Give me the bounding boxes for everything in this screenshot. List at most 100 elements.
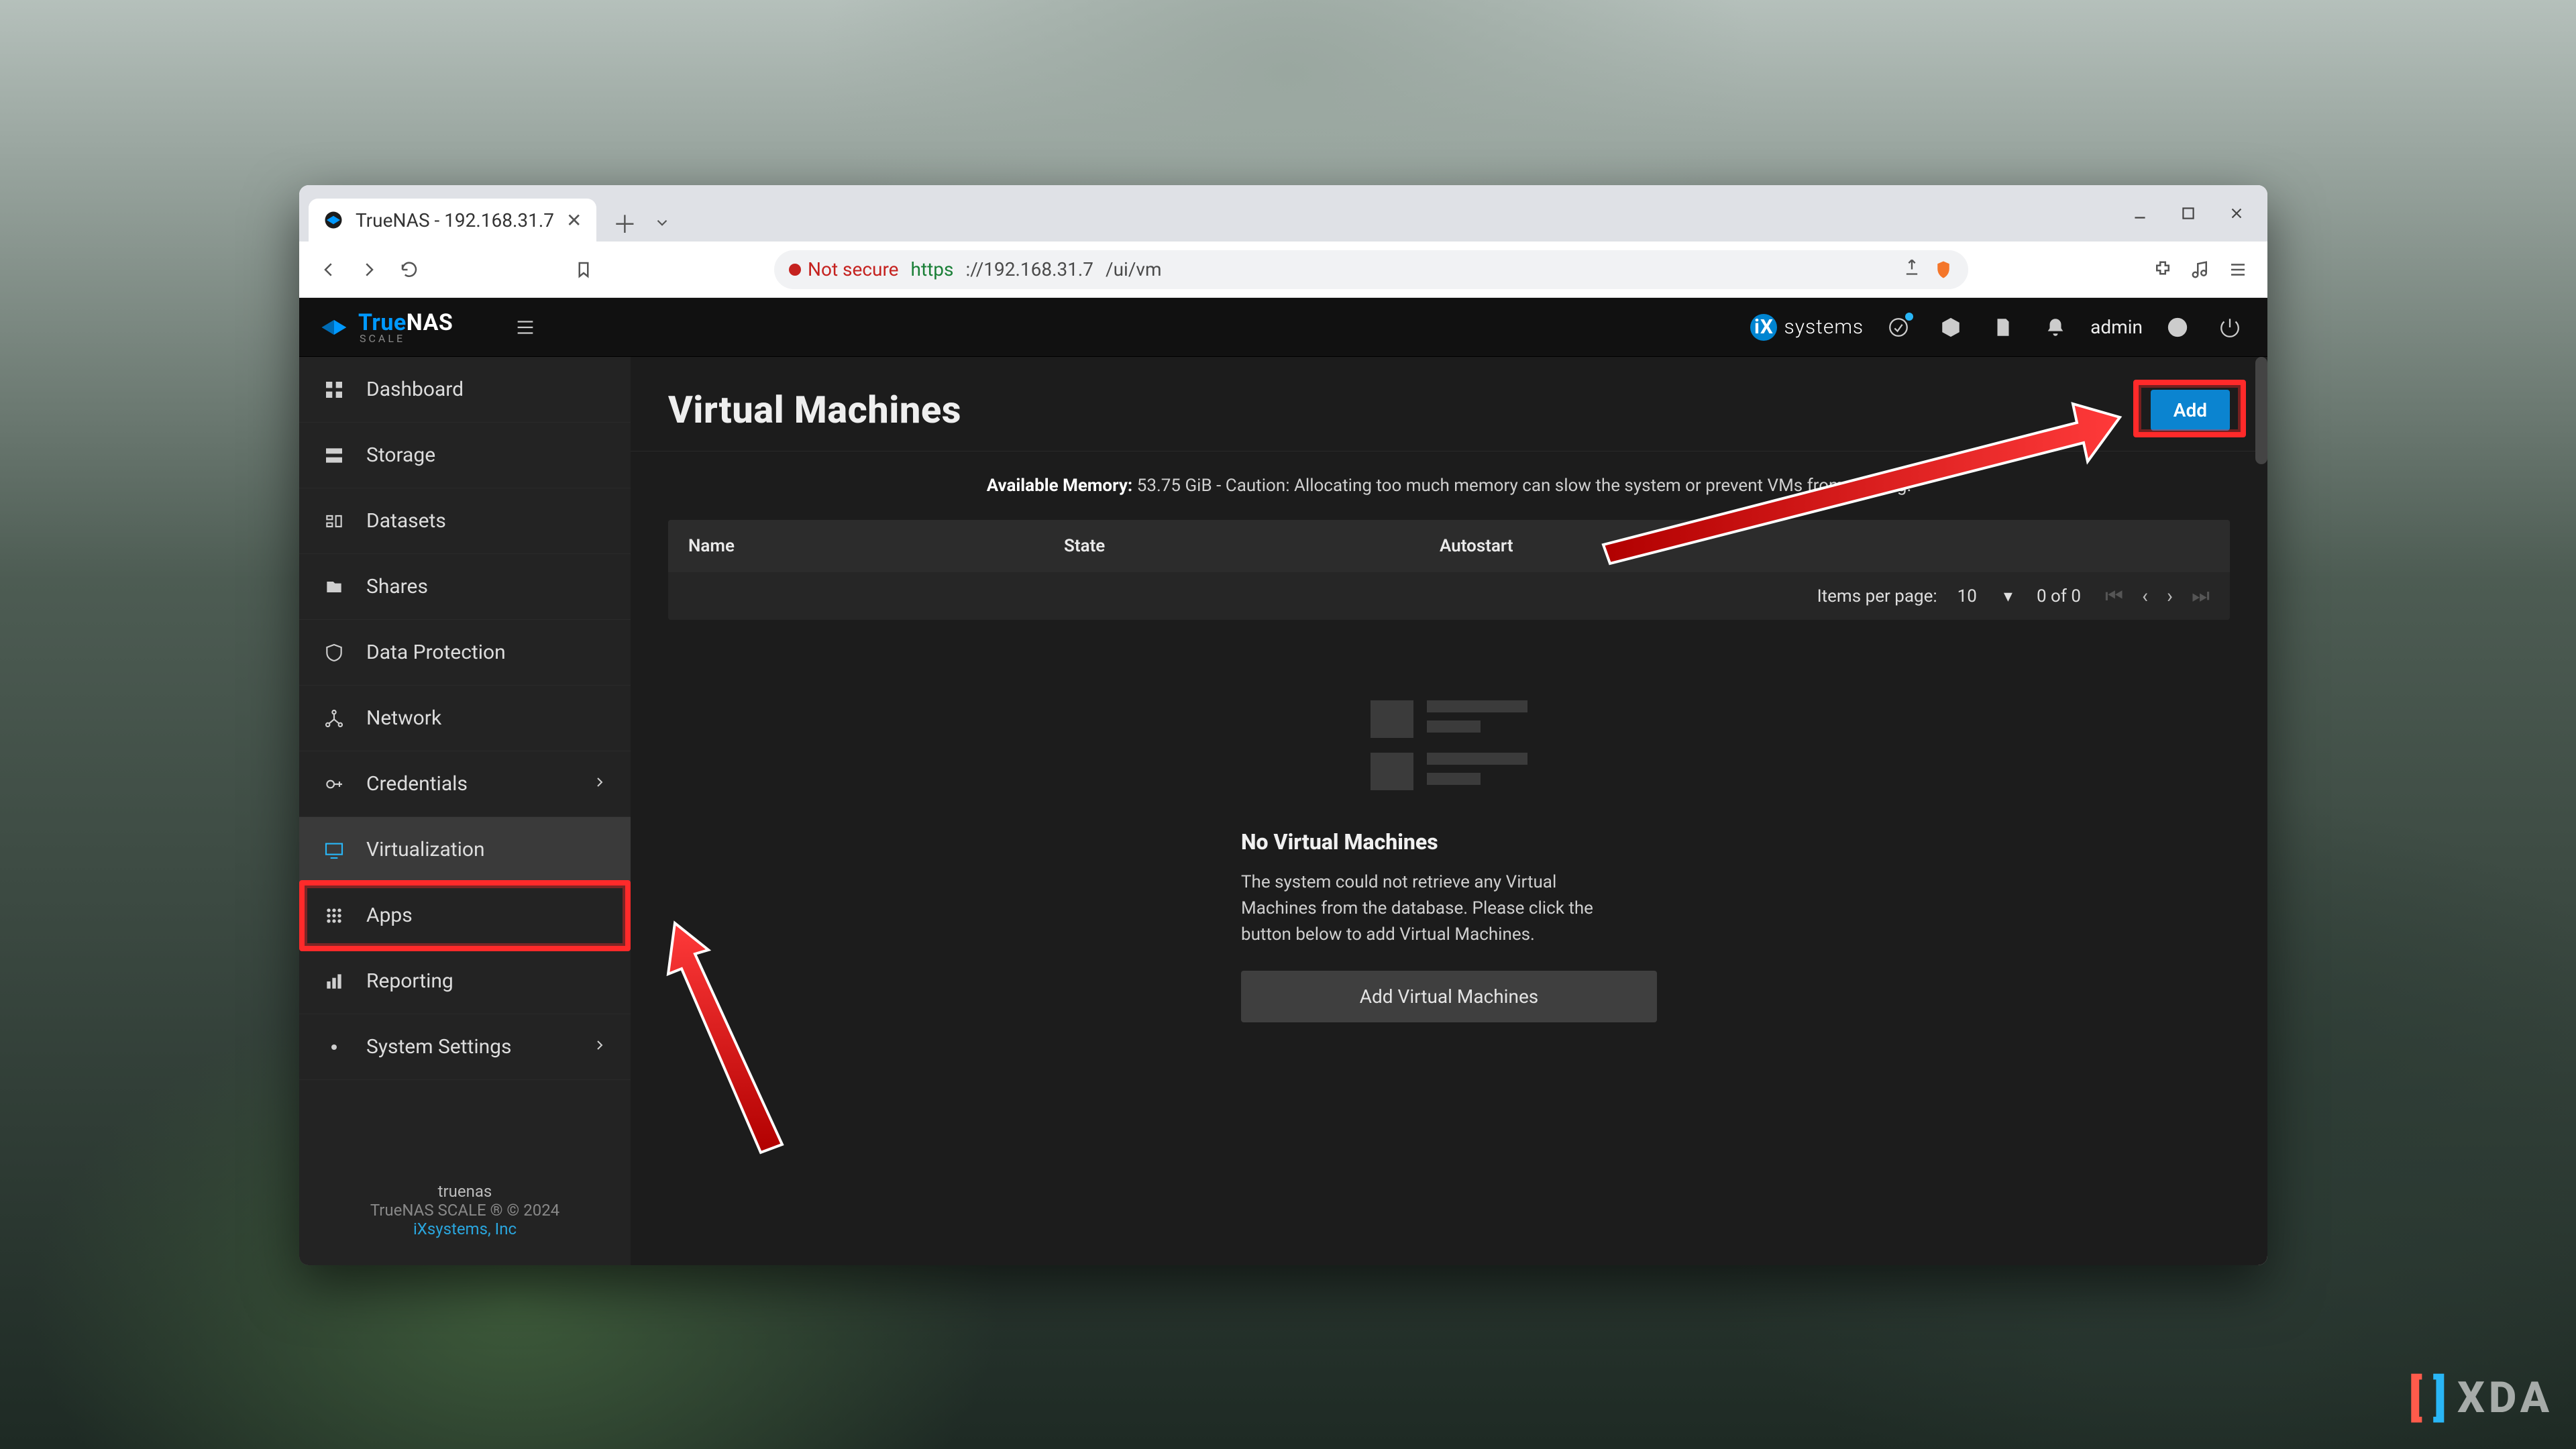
next-page-button[interactable]: › (2167, 584, 2173, 608)
minimize-button[interactable] (2116, 193, 2164, 233)
col-state[interactable]: State (1064, 536, 1440, 556)
close-window-button[interactable] (2212, 193, 2261, 233)
page-title: Virtual Machines (668, 388, 961, 432)
sidebar: Dashboard Storage Datasets Shares (299, 357, 631, 1265)
reload-button[interactable] (392, 252, 427, 287)
browser-menu-icon[interactable] (2220, 252, 2255, 287)
account-icon[interactable] (2160, 310, 2195, 345)
first-page-button[interactable]: ⏮ (2105, 584, 2123, 608)
sidebar-item-data-protection[interactable]: Data Protection (299, 620, 631, 686)
url-path: /ui/vm (1106, 258, 1161, 280)
browser-toolbar: Not secure https ://192.168.31.7/ui/vm (299, 241, 2267, 298)
share-icon[interactable] (1902, 258, 1921, 281)
empty-title: No Virtual Machines (1241, 829, 1657, 855)
sidebar-item-label: Shares (366, 575, 428, 598)
last-page-button[interactable]: ⏭ (2192, 584, 2210, 608)
footer-hostname: truenas (306, 1182, 624, 1201)
col-name[interactable]: Name (688, 536, 1064, 556)
truenas-mark-icon (319, 313, 349, 342)
new-tab-button[interactable]: ＋ (606, 204, 643, 241)
window-controls (2116, 185, 2261, 241)
tabs-dropdown-icon[interactable] (643, 204, 681, 241)
ix-logo-icon: iX (1750, 314, 1777, 341)
maximize-button[interactable] (2164, 193, 2212, 233)
sidebar-footer: truenas TrueNAS SCALE ® © 2024 iXsystems… (299, 1163, 631, 1265)
address-bar[interactable]: Not secure https ://192.168.31.7/ui/vm (774, 250, 1968, 289)
xda-watermark: []XDA (2408, 1369, 2553, 1426)
shield-icon (322, 641, 346, 665)
sidebar-item-credentials[interactable]: Credentials (299, 751, 631, 817)
not-secure-indicator[interactable]: Not secure (789, 258, 899, 280)
media-icon[interactable] (2183, 252, 2218, 287)
back-button[interactable] (311, 252, 346, 287)
power-icon[interactable] (2212, 310, 2247, 345)
sidebar-item-label: Data Protection (366, 641, 506, 664)
sidebar-item-storage[interactable]: Storage (299, 423, 631, 488)
browser-tab[interactable]: TrueNAS - 192.168.31.7 ✕ (309, 199, 596, 241)
jobs-icon[interactable] (1986, 310, 2021, 345)
chevron-right-icon (592, 772, 608, 796)
pager-range: 0 of 0 (2037, 586, 2081, 606)
alerts-icon[interactable] (2038, 310, 2073, 345)
table-header: Name State Autostart (668, 520, 2230, 572)
gear-icon (322, 1035, 346, 1059)
sidebar-item-virtualization[interactable]: Virtualization (299, 817, 631, 883)
apps-icon (322, 904, 346, 928)
ix-label: systems (1784, 315, 1864, 339)
sidebar-item-datasets[interactable]: Datasets (299, 488, 631, 554)
close-icon[interactable]: ✕ (566, 209, 582, 231)
sidebar-item-label: Virtualization (366, 838, 485, 861)
truenas-favicon-icon (323, 210, 343, 230)
empty-text: The system could not retrieve any Virtua… (1241, 869, 1617, 948)
add-virtual-machines-button[interactable]: Add Virtual Machines (1241, 971, 1657, 1022)
tab-title: TrueNAS - 192.168.31.7 (356, 209, 554, 231)
sidebar-item-system-settings[interactable]: System Settings (299, 1014, 631, 1080)
datasets-icon (322, 509, 346, 533)
extensions-icon[interactable] (2145, 252, 2180, 287)
sidebar-item-dashboard[interactable]: Dashboard (299, 357, 631, 423)
sidebar-item-label: Apps (366, 904, 413, 927)
chevron-right-icon (592, 1035, 608, 1059)
sidebar-item-label: System Settings (366, 1035, 512, 1059)
url-host: ://192.168.31.7 (965, 258, 1093, 280)
url-protocol: https (911, 258, 954, 280)
footer-edition: TrueNAS SCALE ® © 2024 (306, 1201, 624, 1220)
brave-shield-icon[interactable] (1933, 252, 1953, 287)
ixsystems-link[interactable]: iX systems (1750, 314, 1864, 341)
warning-dot-icon (789, 264, 801, 276)
browser-window: TrueNAS - 192.168.31.7 ✕ ＋ Not s (299, 185, 2267, 1265)
caret-down-icon: ▾ (2004, 586, 2012, 606)
sidebar-item-label: Datasets (366, 509, 446, 533)
sidebar-item-label: Reporting (366, 969, 453, 993)
bookmark-icon[interactable] (566, 252, 601, 287)
footer-ix-link[interactable]: iXsystems, Inc (306, 1220, 624, 1238)
forward-button[interactable] (352, 252, 386, 287)
empty-state: No Virtual Machines The system could not… (668, 700, 2230, 1022)
items-per-page-label: Items per page: (1817, 586, 1937, 606)
sidebar-item-label: Credentials (366, 772, 468, 796)
sidebar-item-reporting[interactable]: Reporting (299, 949, 631, 1014)
watermark-text: XDA (2457, 1373, 2553, 1423)
truenas-logo[interactable]: TrueNAS SCALE (319, 309, 453, 345)
sidebar-item-network[interactable]: Network (299, 686, 631, 751)
network-icon (322, 706, 346, 731)
prev-page-button[interactable]: ‹ (2142, 584, 2148, 608)
status-icon[interactable] (1881, 310, 1916, 345)
truenas-app: TrueNAS SCALE iX systems admin (299, 298, 2267, 1265)
sidebar-item-label: Storage (366, 443, 435, 467)
dashboard-icon (322, 378, 346, 402)
not-secure-label: Not secure (808, 258, 899, 280)
truecommand-icon[interactable] (1933, 310, 1968, 345)
add-button[interactable]: Add (2151, 390, 2230, 431)
items-per-page-select[interactable]: 10 ▾ (1957, 586, 2012, 606)
sidebar-item-apps[interactable]: Apps (299, 883, 631, 949)
col-autostart[interactable]: Autostart (1440, 536, 2210, 556)
sidebar-item-shares[interactable]: Shares (299, 554, 631, 620)
main-content: Virtual Machines Add Available Memory: 5… (631, 357, 2267, 1265)
sidebar-toggle-button[interactable] (508, 310, 543, 345)
user-label: admin (2090, 316, 2143, 338)
vm-table: Name State Autostart Items per page: 10 … (668, 520, 2230, 620)
storage-icon (322, 443, 346, 468)
sidebar-item-label: Dashboard (366, 378, 464, 401)
key-icon (322, 772, 346, 796)
